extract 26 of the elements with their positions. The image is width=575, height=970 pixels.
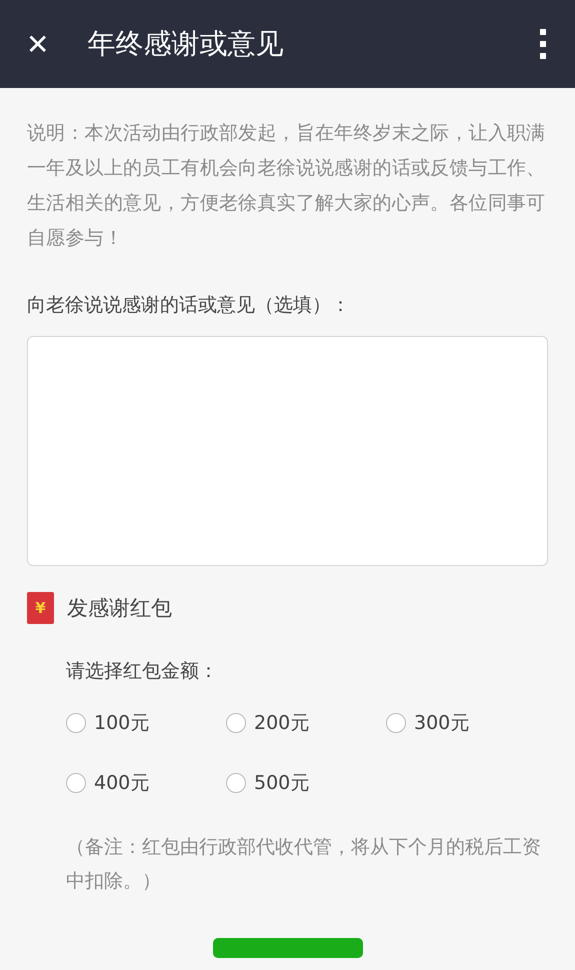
- close-button[interactable]: ✕: [26, 28, 50, 60]
- submit-button[interactable]: [212, 938, 362, 958]
- amount-option[interactable]: 200元: [226, 710, 386, 736]
- radio-icon[interactable]: [386, 713, 406, 733]
- amount-option[interactable]: 500元: [226, 770, 386, 796]
- more-icon[interactable]: [539, 29, 547, 59]
- amount-option[interactable]: 400元: [66, 770, 226, 796]
- message-label: 向老徐说说感谢的话或意见（选填）：: [27, 293, 351, 318]
- amount-label: 300元: [414, 711, 470, 736]
- page-title: 年终感谢或意见: [87, 26, 284, 62]
- amount-label: 400元: [94, 771, 150, 796]
- radio-icon[interactable]: [66, 773, 86, 793]
- amount-label: 100元: [94, 711, 150, 736]
- radio-icon[interactable]: [226, 773, 246, 793]
- amount-label: 200元: [254, 711, 310, 736]
- amount-option[interactable]: 300元: [386, 710, 546, 736]
- description-text: 说明：本次活动由行政部发起，旨在年终岁末之际，让入职满一年及以上的员工有机会向老徐说说感谢的话或反馈与工作、生活相关的意见，方便老徐真实了解大家的心声。各位同事可自愿参与！: [27, 121, 546, 251]
- send-thanks-label: 发感谢红包: [67, 595, 172, 622]
- envelope-icon: ¥: [27, 592, 54, 624]
- radio-icon[interactable]: [66, 713, 86, 733]
- amount-option[interactable]: 100元: [66, 710, 226, 736]
- amount-prompt: 请选择红包金额：: [66, 659, 219, 684]
- message-field[interactable]: [27, 336, 548, 566]
- radio-icon[interactable]: [226, 713, 246, 733]
- amount-label: 500元: [254, 771, 310, 796]
- note-text: （备注：红包由行政部代收代管，将从下个月的税后工资中扣除。）: [66, 835, 542, 894]
